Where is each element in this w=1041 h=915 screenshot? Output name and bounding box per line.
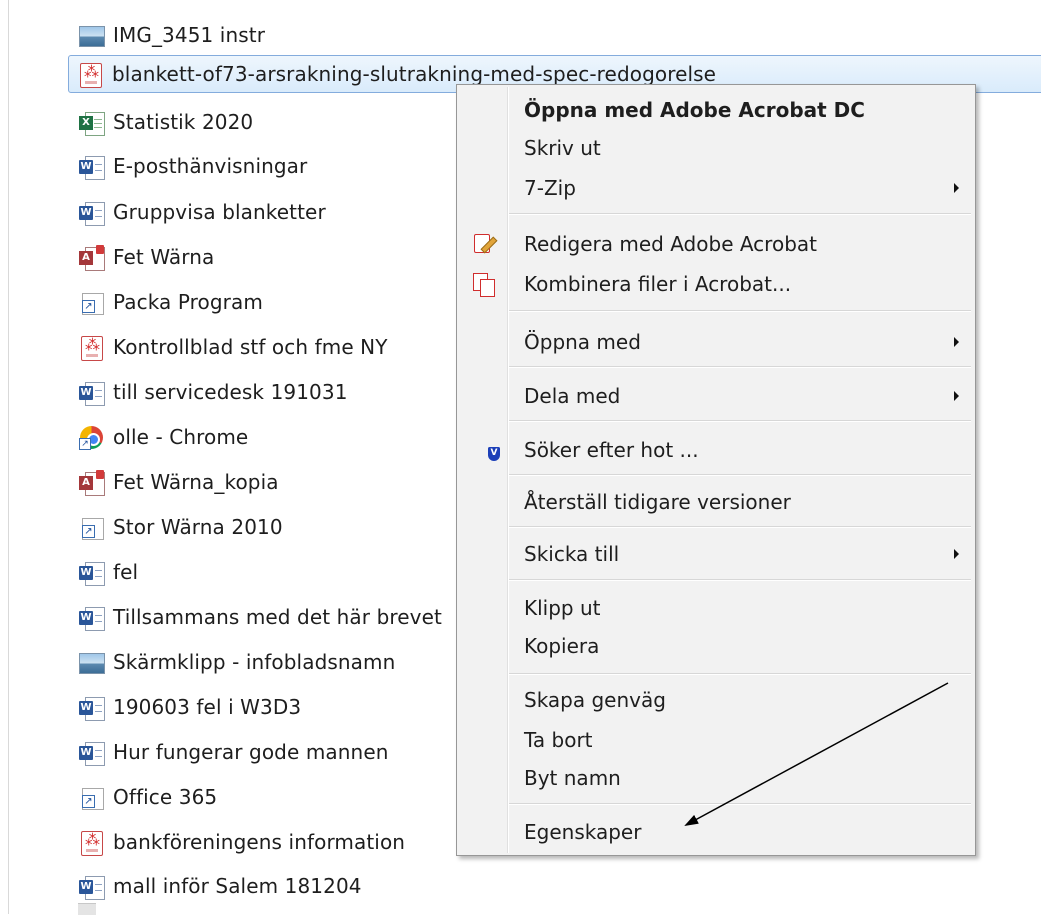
submenu-arrow-icon [954,549,959,559]
menu-item-label: Skicka till [524,542,620,566]
file-item[interactable]: W mall inför Salem 181204 [70,866,1041,906]
word-file-icon: W [79,695,105,721]
file-name: Office 365 [113,785,218,809]
word-file-icon: W [79,200,105,226]
menu-item-cut[interactable]: Klipp ut [459,589,973,627]
submenu-arrow-icon [954,183,959,193]
pdf-file-icon [78,62,103,88]
file-name: fel [113,560,139,584]
word-file-icon: W [79,740,105,766]
pdf-file-icon [79,335,104,361]
menu-item-scan-threats[interactable]: V Söker efter hot ... [459,431,973,469]
menu-item-print[interactable]: Skriv ut [459,129,973,167]
menu-separator [509,366,971,368]
shortcut-icon: ↗ [79,290,104,315]
menu-item-rename[interactable]: Byt namn [459,759,973,797]
menu-item-label: Redigera med Adobe Acrobat [524,232,817,256]
partial-file-icon [78,903,96,915]
file-name: E-posthänvisningar [113,154,308,178]
file-name: Statistik 2020 [113,110,254,134]
shortcut-icon: ↗ [79,515,104,540]
file-name: 190603 fel i W3D3 [113,695,302,719]
file-name: Tillsammans med det här brevet [113,605,442,629]
file-name: Stor Wärna 2010 [113,515,283,539]
access-file-icon: A [79,244,105,271]
menu-item-label: Byt namn [524,766,621,790]
menu-item-label: Återställ tidigare versioner [524,490,791,514]
menu-separator [509,526,971,528]
security-shield-icon: V [472,438,500,462]
menu-item-label: Skapa genväg [524,688,666,712]
word-file-icon: W [79,154,105,180]
menu-item-create-shortcut[interactable]: Skapa genväg [459,681,973,719]
menu-item-label: 7-Zip [524,176,576,200]
chrome-shortcut-icon: ↗ [79,425,104,450]
menu-item-label: Öppna med Adobe Acrobat DC [524,98,865,122]
pdf-file-icon [79,830,104,856]
image-file-icon [79,23,105,48]
file-name: Fet Wärna_kopia [113,470,279,494]
excel-file-icon: X [79,110,105,136]
menu-item-combine-files[interactable]: Kombinera filer i Acrobat... [459,265,973,303]
menu-item-label: Kopiera [524,634,600,658]
menu-item-label: Ta bort [524,728,593,752]
menu-separator [509,673,971,675]
menu-item-label: Egenskaper [524,820,642,844]
file-name: till servicedesk 191031 [113,380,348,404]
menu-separator [509,420,971,422]
word-file-icon: W [79,605,105,631]
submenu-arrow-icon [954,391,959,401]
file-name: Skärmklipp - infobladsnamn [113,650,396,674]
menu-item-properties[interactable]: Egenskaper [459,813,973,851]
menu-item-label: Söker efter hot ... [524,438,699,462]
menu-item-label: Dela med [524,384,621,408]
menu-separator [509,579,971,581]
menu-item-share-with[interactable]: Dela med [459,377,973,415]
image-file-icon [79,650,105,675]
file-name: Hur fungerar gode mannen [113,740,389,764]
file-name: Gruppvisa blanketter [113,200,326,224]
menu-separator [509,803,971,805]
menu-separator [509,474,971,476]
menu-separator [509,213,971,215]
word-file-icon: W [79,560,105,586]
menu-item-label: Kombinera filer i Acrobat... [524,272,792,296]
menu-item-7zip[interactable]: 7-Zip [459,169,973,207]
menu-item-open-with-acrobat[interactable]: Öppna med Adobe Acrobat DC [459,91,973,129]
acrobat-combine-icon [472,272,496,297]
acrobat-edit-icon [472,232,498,256]
context-menu: Öppna med Adobe Acrobat DC Skriv ut 7-Zi… [456,84,976,856]
menu-item-copy[interactable]: Kopiera [459,627,973,665]
access-file-icon: A [79,469,105,496]
menu-item-label: Klipp ut [524,596,601,620]
file-name: Packa Program [113,290,263,314]
menu-item-restore-versions[interactable]: Återställ tidigare versioner [459,483,973,521]
menu-item-edit-with-acrobat[interactable]: Redigera med Adobe Acrobat [459,225,973,263]
submenu-arrow-icon [954,337,959,347]
file-name: bankföreningens information [113,830,406,854]
menu-item-delete[interactable]: Ta bort [459,721,973,759]
menu-item-label: Öppna med [524,330,641,354]
menu-item-label: Skriv ut [524,136,601,160]
file-item[interactable]: IMG_3451 instr [70,15,1041,55]
word-file-icon: W [79,874,105,900]
file-name: olle - Chrome [113,425,249,449]
menu-item-open-with[interactable]: Öppna med [459,323,973,361]
file-name: IMG_3451 instr [113,23,266,47]
word-file-icon: W [79,380,105,406]
file-name: blankett-of73-arsrakning-slutrakning-med… [112,62,717,86]
file-name: Fet Wärna [113,245,215,269]
shortcut-icon: ↗ [79,785,104,810]
file-name: Kontrollblad stf och fme NY [113,335,388,359]
file-name: mall inför Salem 181204 [113,874,362,898]
menu-separator [509,310,971,312]
menu-item-send-to[interactable]: Skicka till [459,535,973,573]
